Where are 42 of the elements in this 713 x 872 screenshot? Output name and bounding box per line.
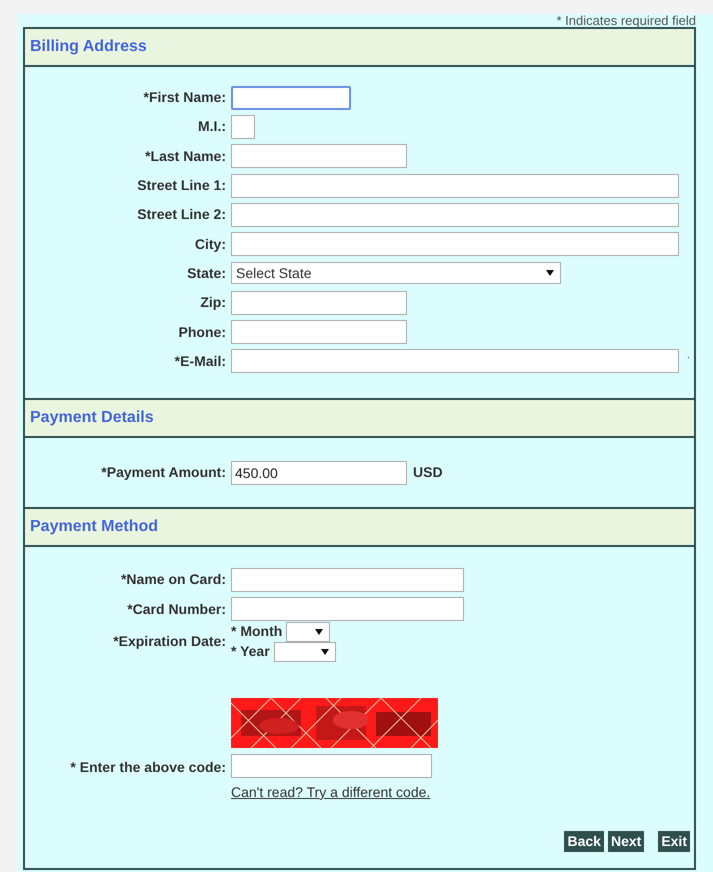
input-field[interactable] xyxy=(231,320,407,344)
nav-button[interactable]: Back xyxy=(564,830,604,852)
field-label: Zip: xyxy=(199,293,226,312)
month-dropdown[interactable] xyxy=(286,622,330,642)
section-heading: Payment Method xyxy=(25,507,694,548)
field-label: *E-Mail: xyxy=(174,352,226,371)
nav-button[interactable]: Next xyxy=(608,830,644,852)
input-field[interactable]: 450.00 xyxy=(231,460,407,485)
input-field[interactable] xyxy=(231,202,679,227)
input-field[interactable] xyxy=(231,290,407,315)
field-label: *Expiration Date: xyxy=(112,632,226,652)
input-field[interactable] xyxy=(231,114,255,139)
input-field[interactable] xyxy=(231,568,464,592)
input-field[interactable] xyxy=(231,144,407,168)
field-mark: . xyxy=(687,348,690,363)
field-label: * Enter the above code: xyxy=(69,758,226,777)
field-label: Street Line 2: xyxy=(136,205,226,224)
field-label: *Last Name: xyxy=(144,146,226,166)
field-label: Phone: xyxy=(178,322,226,342)
input-field[interactable] xyxy=(231,86,351,110)
field-label: *Name on Card: xyxy=(120,570,226,590)
field-label: *First Name: xyxy=(142,88,226,108)
field-label: *Payment Amount: xyxy=(100,463,226,482)
unit-label: USD xyxy=(413,463,443,482)
input-field[interactable] xyxy=(231,232,679,256)
field-label: * Month xyxy=(231,623,282,640)
section-heading: Billing Address xyxy=(25,29,694,67)
field-label: * Year xyxy=(231,643,270,660)
field-label: *Card Number: xyxy=(126,600,226,619)
input-field[interactable] xyxy=(231,597,464,622)
required-note: * Indicates required field xyxy=(556,14,696,27)
field-label: Street Line 1: xyxy=(136,176,226,196)
field-label: State: xyxy=(186,264,226,283)
different-code-link[interactable]: Can't read? Try a different code. xyxy=(231,782,430,803)
input-field[interactable] xyxy=(231,349,679,374)
input-field[interactable] xyxy=(231,754,432,778)
input-field[interactable] xyxy=(231,174,679,198)
state-dropdown[interactable]: Select State xyxy=(231,262,561,284)
section-heading: Payment Details xyxy=(25,398,694,438)
nav-button[interactable]: Exit xyxy=(658,830,690,852)
field-label: M.I.: xyxy=(197,117,226,136)
field-label: City: xyxy=(194,234,226,254)
